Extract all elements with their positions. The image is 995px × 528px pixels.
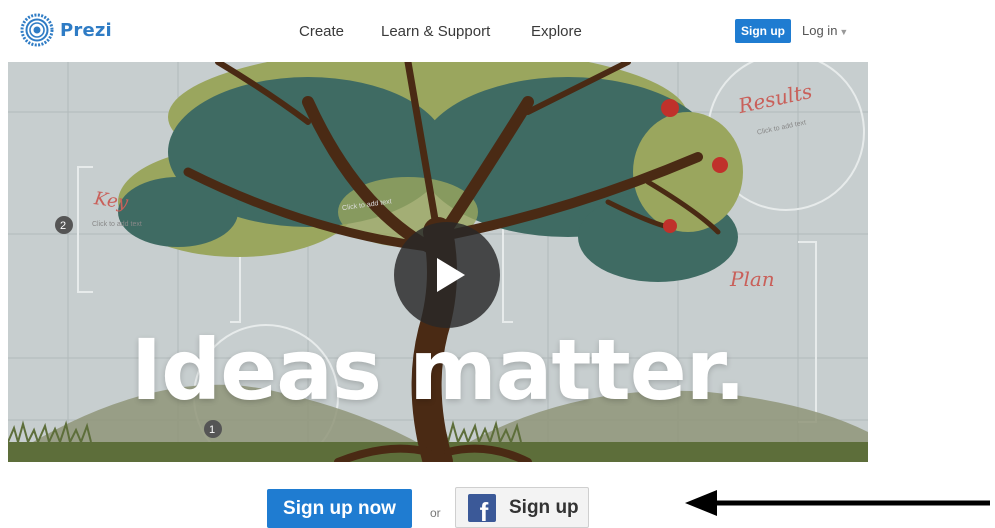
login-dropdown[interactable]: Log in ▼ [802, 23, 848, 38]
frame-number-1-text: 1 [209, 424, 215, 436]
play-icon [437, 258, 465, 292]
or-separator: or [430, 506, 441, 520]
chevron-down-icon: ▼ [839, 27, 849, 37]
hero-headline: Ideas matter. [130, 321, 746, 419]
label-click-to-add-key: Click to add text [92, 221, 142, 228]
prezi-logo[interactable]: Prezi [20, 13, 112, 47]
login-label: Log in [802, 23, 838, 38]
nav-explore[interactable]: Explore [531, 23, 582, 40]
facebook-signup-label: Sign up [509, 496, 579, 518]
nav-create[interactable]: Create [299, 23, 344, 40]
label-click-to-add-results: Click to add text [756, 119, 806, 136]
frame-number-2-text: 2 [60, 220, 66, 232]
sign-up-now-button[interactable]: Sign up now [267, 489, 412, 528]
facebook-icon: f [468, 493, 496, 522]
prezi-logo-icon [20, 13, 54, 47]
play-button[interactable] [394, 222, 500, 328]
label-plan: Plan [729, 267, 775, 291]
pointer-arrow-icon [685, 490, 990, 516]
header: Prezi Create Learn & Support Explore Sig… [0, 0, 995, 62]
label-key: Key [92, 188, 130, 214]
facebook-signup-button[interactable]: f Sign up [455, 487, 589, 528]
logo-text: Prezi [60, 19, 112, 41]
facebook-icon-letter: f [479, 496, 489, 522]
nav-learn-support[interactable]: Learn & Support [381, 23, 490, 40]
hero-video[interactable]: Results Click to add text Key Click to a… [8, 62, 868, 462]
header-signup-button[interactable]: Sign up [735, 19, 791, 43]
